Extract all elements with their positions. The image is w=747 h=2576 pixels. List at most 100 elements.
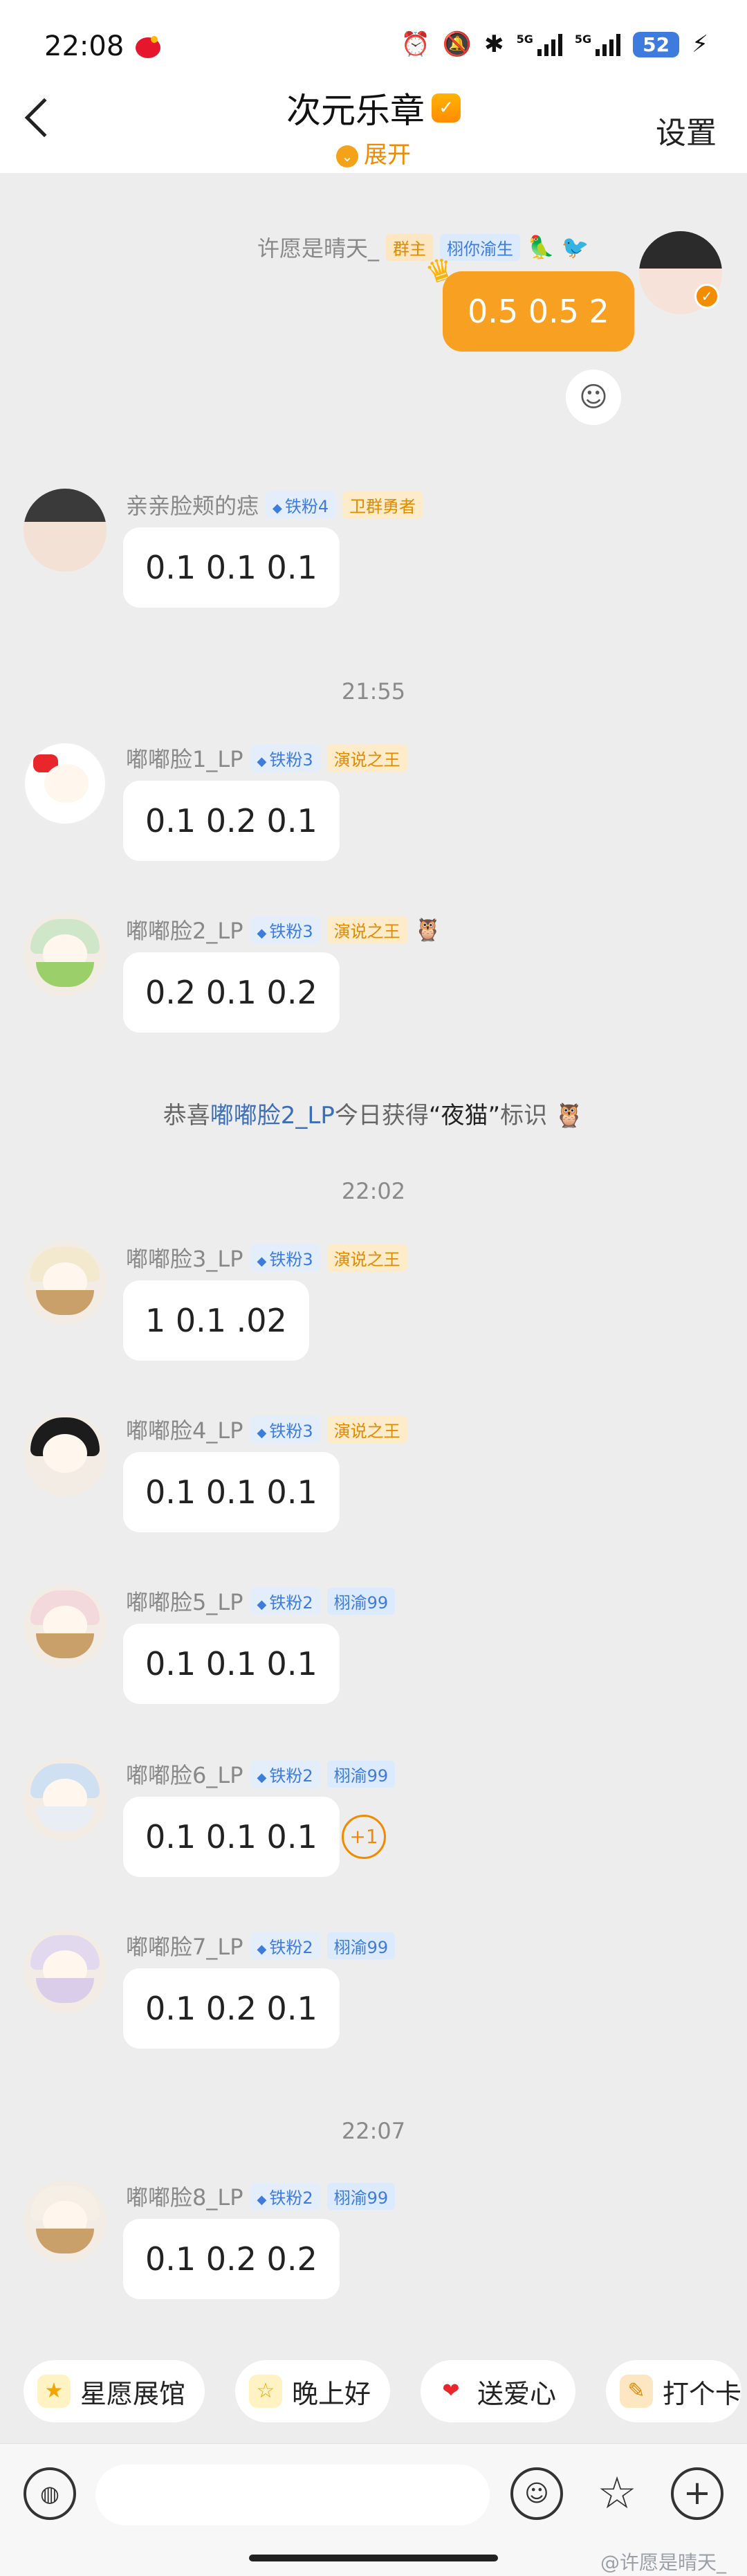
home-indicator[interactable] (249, 2555, 498, 2561)
sender-name-line: 嘟嘟脸7_LP 铁粉2 栩渝99 (126, 1930, 396, 1961)
parrot-icon: 🦜 (527, 234, 555, 260)
title-badge: 卫群勇者 (342, 491, 423, 518)
input-bar: ◍ ☺ ☆ + @许愿是晴天_ (0, 2443, 747, 2576)
message-bubble[interactable]: 1 0.1 .02 (123, 1280, 309, 1361)
avatar[interactable] (24, 914, 107, 997)
signal-icon: 5G (517, 33, 562, 56)
title-badge: 演说之王 (326, 1244, 407, 1271)
bird-icon: 🐦 (561, 234, 589, 260)
avatar[interactable] (24, 742, 107, 825)
owl-icon: 🦉 (554, 1102, 584, 1130)
watermark: @许愿是晴天_ (600, 2551, 726, 2574)
sender-name-line: 嘟嘟脸6_LP 铁粉2 栩渝99 (126, 1758, 396, 1790)
alarm-icon: ⏰ (400, 30, 430, 58)
fan-badge: 铁粉2 (250, 1760, 320, 1788)
avatar[interactable] (24, 1758, 107, 1841)
quick-reply-chip[interactable]: ★ 星愿展馆 (24, 2360, 205, 2422)
title-badge: 栩渝99 (326, 2182, 396, 2210)
message-bubble[interactable]: 0.2 0.1 0.2 (123, 952, 340, 1033)
message-bubble[interactable]: 0.1 0.1 0.1 (123, 1797, 340, 1877)
battery-icon: 52 (633, 31, 680, 57)
timestamp: 22:02 (341, 1178, 406, 1204)
sticker-button[interactable]: ☆ (588, 2465, 646, 2523)
message-input[interactable] (95, 2465, 490, 2525)
timestamp: 21:55 (341, 678, 406, 705)
avatar[interactable] (24, 1930, 107, 2013)
quick-reply-chip[interactable]: ❤ 送爱心 (421, 2360, 576, 2422)
sender-name-line: 嘟嘟脸3_LP 铁粉3 演说之王 (126, 1242, 407, 1273)
sender-name: 许愿是晴天_ (257, 235, 380, 262)
settings-button[interactable]: 设置 (656, 108, 717, 152)
message-bubble[interactable]: 0.1 0.1 0.1 (123, 527, 340, 608)
page-title: 次元乐章 (286, 83, 461, 133)
sender-name: 嘟嘟脸6_LP (126, 1762, 243, 1788)
title-badge: 栩渝99 (326, 1932, 396, 1959)
plus-one-button[interactable]: +1 (342, 1815, 386, 1859)
sender-name: 嘟嘟脸8_LP (126, 2184, 243, 2211)
message-bubble[interactable]: 0.1 0.2 0.1 (123, 781, 340, 861)
title-badge: 演说之王 (326, 744, 407, 772)
message-bubble[interactable]: 0.1 0.1 0.1 (123, 1624, 340, 1704)
sender-name: 亲亲脸颊的痣 (126, 493, 259, 519)
sender-name: 嘟嘟脸7_LP (126, 1934, 243, 1960)
fan-badge: 铁粉2 (250, 2182, 320, 2210)
title-badge: 栩渝99 (326, 1587, 396, 1615)
sender-name: 嘟嘟脸1_LP (126, 746, 243, 772)
sender-name: 嘟嘟脸2_LP (126, 918, 243, 944)
mute-icon: 🔕 (442, 30, 472, 58)
avatar[interactable] (24, 489, 107, 572)
title-badge: 演说之王 (326, 916, 407, 943)
more-options-button[interactable]: + (671, 2467, 723, 2520)
message-bubble[interactable]: 0.1 0.2 0.2 (123, 2219, 340, 2299)
status-icons: ⏰ 🔕 ✱ 5G 5G 52 ⚡ (400, 30, 708, 58)
fan-badge: 铁粉3 (250, 1244, 320, 1271)
heart-icon: ❤ (442, 2379, 460, 2403)
bluetooth-icon: ✱ (484, 30, 504, 58)
avatar[interactable] (24, 1242, 107, 1325)
charging-icon: ⚡ (692, 30, 708, 58)
fan-badge: 铁粉3 (250, 1415, 320, 1443)
self-message-bubble[interactable]: 0.5 0.5 2 (443, 271, 634, 352)
expand-button[interactable]: ⌄ 展开 (0, 136, 747, 170)
chevron-down-icon: ⌄ (336, 145, 358, 167)
fan-badge: 铁粉2 (250, 1932, 320, 1959)
sender-name-line: 嘟嘟脸5_LP 铁粉2 栩渝99 (126, 1585, 396, 1617)
star-icon: ★ (37, 2375, 71, 2408)
status-time: 22:08 (44, 30, 124, 62)
system-notice: 恭喜嘟嘟脸2_LP今日获得“夜猫”标识 🦉 (163, 1102, 584, 1130)
top-bar: 22:08 ⏰ 🔕 ✱ 5G 5G 52 ⚡ 次元乐章 ⌄展开 设置 (0, 0, 747, 173)
fan-badge: 铁粉4 (266, 491, 336, 518)
fan-badge: 铁粉3 (250, 916, 320, 943)
add-reaction-button[interactable]: ☺ (566, 370, 621, 425)
sender-name-line: 嘟嘟脸2_LP 铁粉3 演说之王 🦉 (126, 914, 441, 945)
message-bubble[interactable]: 0.1 0.2 0.1 (123, 1968, 340, 2049)
moon-star-icon: ☆ (249, 2375, 282, 2408)
title-badge: 演说之王 (326, 1415, 407, 1443)
sender-name-line: 嘟嘟脸1_LP 铁粉3 演说之王 (126, 742, 407, 774)
fan-badge: 铁粉3 (250, 744, 320, 772)
message-bubble[interactable]: 0.1 0.1 0.1 (123, 1452, 340, 1532)
sender-name-line: 亲亲脸颊的痣 铁粉4 卫群勇者 (126, 489, 423, 520)
tag-badge: 栩你渝生 (440, 233, 521, 261)
verified-badge-icon: ✓ (694, 284, 719, 309)
title-badge: 栩渝99 (326, 1760, 396, 1788)
checkin-icon: ✎ (620, 2375, 653, 2408)
sender-name: 嘟嘟脸4_LP (126, 1417, 243, 1444)
system-user-link[interactable]: 嘟嘟脸2_LP (210, 1102, 335, 1130)
quick-reply-bar[interactable]: ★ 星愿展馆 ☆ 晚上好 ❤ 送爱心 ✎ 打个卡 (0, 2353, 747, 2429)
sender-name-line: 嘟嘟脸8_LP 铁粉2 栩渝99 (126, 2180, 396, 2212)
sender-name: 嘟嘟脸3_LP (126, 1246, 243, 1272)
owl-icon: 🦉 (414, 916, 442, 943)
fan-badge: 铁粉2 (250, 1587, 320, 1615)
emoji-button[interactable]: ☺ (510, 2467, 563, 2520)
voice-input-button[interactable]: ◍ (24, 2467, 76, 2520)
timestamp: 22:07 (341, 2118, 406, 2144)
avatar[interactable] (24, 2180, 107, 2263)
signal-icon-2: 5G (575, 33, 621, 56)
avatar[interactable] (24, 1585, 107, 1668)
sender-name: 嘟嘟脸5_LP (126, 1589, 243, 1615)
quick-reply-chip[interactable]: ✎ 打个卡 (606, 2360, 742, 2422)
chat-area[interactable]: 许愿是晴天_ 群主 栩你渝生 🦜 🐦 ♛ 0.5 0.5 2 ✓ ☺ 亲亲脸颊的… (0, 173, 747, 2374)
avatar[interactable] (24, 1413, 107, 1496)
quick-reply-chip[interactable]: ☆ 晚上好 (235, 2360, 391, 2422)
